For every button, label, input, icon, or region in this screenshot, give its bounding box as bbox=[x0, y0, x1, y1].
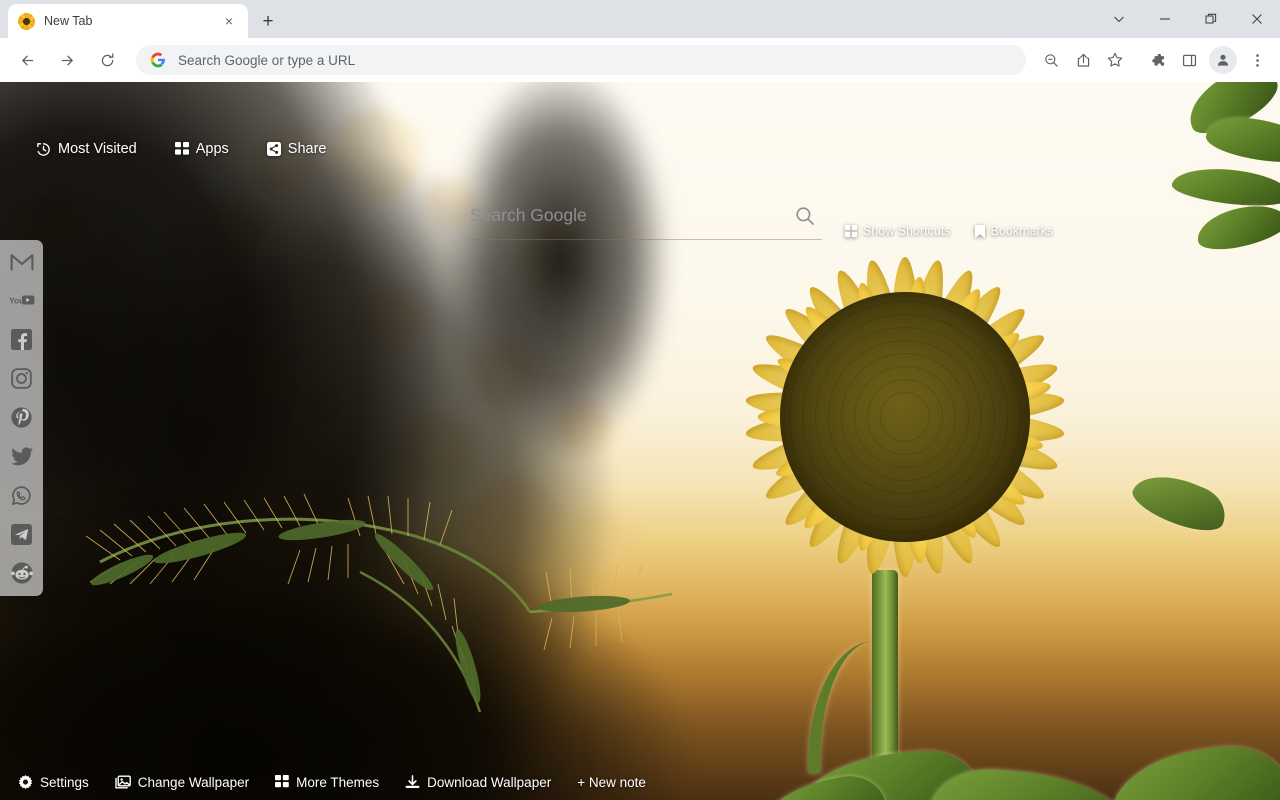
bookmark-flag-icon bbox=[974, 224, 985, 238]
download-icon bbox=[405, 774, 420, 790]
show-shortcuts-button[interactable]: Show Shortcuts bbox=[845, 224, 951, 238]
settings-button[interactable]: Settings bbox=[18, 774, 89, 790]
history-clock-icon bbox=[36, 142, 51, 157]
extensions-puzzle-icon[interactable] bbox=[1142, 45, 1172, 75]
omnibox-placeholder: Search Google or type a URL bbox=[178, 52, 356, 68]
newtab-top-nav: Most Visited Apps Share bbox=[0, 132, 1280, 166]
tab-title: New Tab bbox=[44, 14, 93, 28]
sunflower-favicon bbox=[18, 12, 35, 30]
toolbar-right-icons bbox=[1036, 45, 1272, 75]
more-themes-button[interactable]: More Themes bbox=[275, 775, 379, 790]
share-label: Share bbox=[287, 141, 327, 157]
browser-window: New Tab × + Search Google or type a URL … bbox=[0, 0, 1280, 800]
back-arrow-icon[interactable] bbox=[11, 44, 43, 76]
download-wallpaper-label: Download Wallpaper bbox=[427, 774, 552, 790]
chevron-down-icon[interactable] bbox=[1096, 0, 1142, 38]
search-underline bbox=[470, 239, 822, 240]
google-search-box[interactable]: Search Google bbox=[470, 200, 822, 240]
instagram-icon[interactable] bbox=[9, 365, 35, 391]
apps-button[interactable]: Apps bbox=[174, 141, 229, 157]
search-magnifier-icon[interactable] bbox=[794, 205, 816, 232]
new-note-label: + New note bbox=[577, 774, 646, 790]
apps-grid-icon bbox=[174, 142, 189, 156]
zoom-out-icon[interactable] bbox=[1036, 45, 1066, 75]
bookmark-star-icon[interactable] bbox=[1100, 45, 1130, 75]
new-tab-page: Most Visited Apps Share Search Google Sh… bbox=[0, 82, 1280, 800]
change-wallpaper-label: Change Wallpaper bbox=[137, 774, 250, 790]
grass-plumes bbox=[85, 493, 673, 713]
bookmarks-label: Bookmarks bbox=[990, 224, 1054, 238]
telegram-icon[interactable] bbox=[9, 521, 35, 547]
grid-icon bbox=[845, 225, 857, 237]
profile-avatar-icon[interactable] bbox=[1209, 46, 1237, 74]
youtube-icon[interactable]: You bbox=[9, 287, 35, 313]
omnibox[interactable]: Search Google or type a URL bbox=[136, 45, 1026, 75]
wallpaper-sunflower bbox=[0, 82, 1280, 800]
share-button[interactable]: Share bbox=[266, 141, 327, 157]
new-tab-button[interactable]: + bbox=[254, 7, 282, 35]
three-dot-menu-icon[interactable] bbox=[1242, 45, 1272, 75]
new-note-button[interactable]: + New note bbox=[577, 775, 646, 790]
close-icon[interactable] bbox=[1234, 0, 1280, 38]
newtab-bottom-bar: Settings Change Wallpaper More Themes Do… bbox=[0, 764, 1280, 800]
minimize-icon[interactable] bbox=[1142, 0, 1188, 38]
show-shortcuts-label: Show Shortcuts bbox=[863, 224, 951, 238]
grid-icon bbox=[275, 775, 289, 789]
search-input-placeholder: Search Google bbox=[470, 205, 587, 225]
share-icon bbox=[266, 142, 281, 156]
close-tab-icon[interactable]: × bbox=[220, 12, 238, 30]
settings-label: Settings bbox=[40, 774, 89, 790]
forward-arrow-icon[interactable] bbox=[51, 44, 83, 76]
most-visited-button[interactable]: Most Visited bbox=[36, 141, 137, 157]
most-visited-label: Most Visited bbox=[58, 141, 137, 157]
gear-icon bbox=[18, 774, 33, 790]
reddit-icon[interactable] bbox=[9, 560, 35, 586]
newtab-right-links: Show Shortcuts Bookmarks bbox=[845, 224, 1053, 238]
sunflower-bud bbox=[1110, 82, 1280, 352]
twitter-icon[interactable] bbox=[9, 443, 35, 469]
facebook-icon[interactable] bbox=[9, 326, 35, 352]
whatsapp-icon[interactable] bbox=[9, 482, 35, 508]
restore-icon[interactable] bbox=[1188, 0, 1234, 38]
browser-toolbar: Search Google or type a URL bbox=[0, 38, 1280, 82]
change-wallpaper-button[interactable]: Change Wallpaper bbox=[115, 775, 249, 790]
reload-icon[interactable] bbox=[91, 44, 123, 76]
bookmarks-button[interactable]: Bookmarks bbox=[974, 224, 1054, 238]
image-icon bbox=[115, 775, 131, 789]
pinterest-icon[interactable] bbox=[9, 404, 35, 430]
sunflower-disc bbox=[780, 292, 1030, 542]
google-g-icon bbox=[150, 52, 166, 68]
side-panel-icon[interactable] bbox=[1174, 45, 1204, 75]
download-wallpaper-button[interactable]: Download Wallpaper bbox=[405, 775, 551, 790]
window-controls bbox=[1096, 0, 1280, 38]
more-themes-label: More Themes bbox=[296, 774, 380, 790]
social-sidebar: You bbox=[0, 240, 43, 596]
share-icon[interactable] bbox=[1068, 45, 1098, 75]
gmail-icon[interactable] bbox=[9, 248, 35, 274]
tab-strip: New Tab × + bbox=[0, 0, 1280, 38]
apps-label: Apps bbox=[195, 141, 229, 157]
browser-tab[interactable]: New Tab × bbox=[8, 4, 248, 38]
